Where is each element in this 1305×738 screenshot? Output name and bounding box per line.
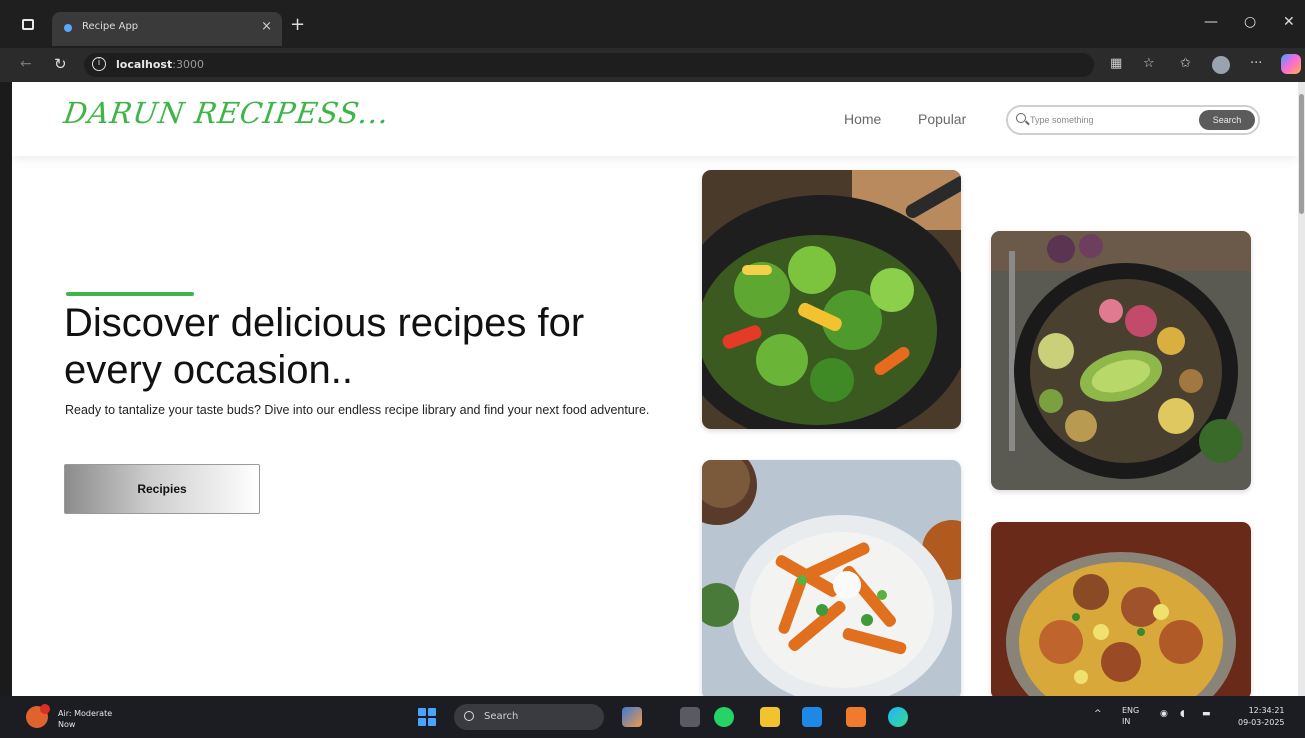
url-text: localhost:3000: [116, 58, 204, 71]
store-app-icon[interactable]: [846, 707, 866, 727]
weather-subtitle: Now: [58, 720, 76, 729]
back-icon[interactable]: ←: [20, 56, 32, 72]
start-button[interactable]: [418, 708, 436, 726]
copilot-icon[interactable]: [1281, 54, 1301, 74]
language-region: IN: [1122, 717, 1131, 726]
more-options-icon[interactable]: ···: [1250, 56, 1262, 71]
wifi-icon[interactable]: ◉: [1160, 709, 1168, 719]
battery-icon[interactable]: ▬: [1202, 709, 1211, 719]
browser-toolbar: ← ↻ i localhost:3000 ▦ ☆ ✩ ···: [0, 48, 1305, 82]
weather-widget[interactable]: Air: Moderate Now: [58, 708, 112, 730]
taskbar-search[interactable]: Search: [454, 704, 604, 730]
food-image-stir-fry[interactable]: [702, 170, 961, 429]
clock-time: 12:34:21: [1248, 706, 1285, 715]
browser-titlebar: Recipe App × + — ○ ✕: [0, 0, 1305, 48]
windows-taskbar: Air: Moderate Now Search ^ ENG IN ◉ ◖ ▬ …: [0, 696, 1305, 738]
tab-title: Recipe App: [82, 21, 139, 32]
copilot-app-icon[interactable]: [622, 707, 642, 727]
clock-date: 09-03-2025: [1238, 718, 1285, 727]
search-button[interactable]: Search: [1199, 110, 1255, 130]
language-indicator[interactable]: ENG IN: [1122, 705, 1139, 727]
system-clock[interactable]: 12:34:21 09-03-2025: [1238, 705, 1285, 729]
restore-icon[interactable]: ○: [1244, 14, 1256, 30]
favorites-icon[interactable]: ✩: [1180, 56, 1191, 71]
site-logo[interactable]: DARUN RECIPESS...: [62, 96, 392, 130]
tab-actions-icon[interactable]: [22, 19, 34, 30]
scrollbar-thumb[interactable]: [1299, 94, 1304, 214]
search-input[interactable]: [1030, 111, 1180, 129]
site-info-icon[interactable]: i: [92, 57, 106, 71]
food-image-chicken-rice[interactable]: [991, 522, 1251, 696]
recipes-button[interactable]: Recipies: [64, 464, 260, 514]
minimize-icon[interactable]: —: [1204, 14, 1218, 30]
reload-icon[interactable]: ↻: [54, 55, 67, 73]
tab-recipe-app[interactable]: Recipe App ×: [52, 12, 282, 46]
url-host: localhost: [116, 58, 173, 71]
file-app-icon[interactable]: [680, 707, 700, 727]
tab-favicon-icon: [64, 24, 72, 32]
search-icon: [1016, 113, 1026, 123]
hero-title: Discover delicious recipes for every occ…: [64, 301, 585, 392]
whatsapp-icon[interactable]: [714, 707, 734, 727]
edge-browser-icon[interactable]: [888, 707, 908, 727]
file-explorer-icon[interactable]: [760, 707, 780, 727]
close-window-icon[interactable]: ✕: [1283, 14, 1295, 30]
reading-view-icon[interactable]: ▦: [1110, 56, 1122, 71]
volume-icon[interactable]: ◖: [1180, 709, 1185, 719]
weather-alert-badge: [40, 704, 50, 714]
profile-avatar[interactable]: [1212, 56, 1230, 74]
url-port: :3000: [172, 58, 204, 71]
hero-accent-line: [66, 292, 194, 296]
tray-chevron-icon[interactable]: ^: [1094, 709, 1102, 719]
nav-home-link[interactable]: Home: [844, 111, 881, 127]
weather-title: Air: Moderate: [58, 709, 113, 718]
new-tab-button[interactable]: +: [290, 14, 305, 35]
page-viewport: DARUN RECIPESS... Home Popular Search Di…: [12, 82, 1298, 696]
site-navbar: DARUN RECIPESS... Home Popular Search: [12, 82, 1298, 156]
food-image-buddha-bowl[interactable]: [991, 231, 1251, 490]
vscode-icon[interactable]: [802, 707, 822, 727]
taskbar-search-icon: [464, 711, 474, 721]
hero-subtitle: Ready to tantalize your taste buds? Dive…: [65, 403, 650, 417]
page-scrollbar[interactable]: [1298, 82, 1305, 696]
search-form: Search: [1006, 105, 1260, 135]
language-code: ENG: [1122, 706, 1140, 715]
favorite-star-icon[interactable]: ☆: [1143, 56, 1155, 71]
address-bar[interactable]: i localhost:3000: [84, 53, 1094, 77]
nav-popular-link[interactable]: Popular: [918, 111, 966, 127]
food-image-sweet-potato-fries[interactable]: [702, 460, 961, 696]
tab-close-icon[interactable]: ×: [261, 19, 272, 34]
taskbar-search-label: Search: [484, 711, 519, 722]
